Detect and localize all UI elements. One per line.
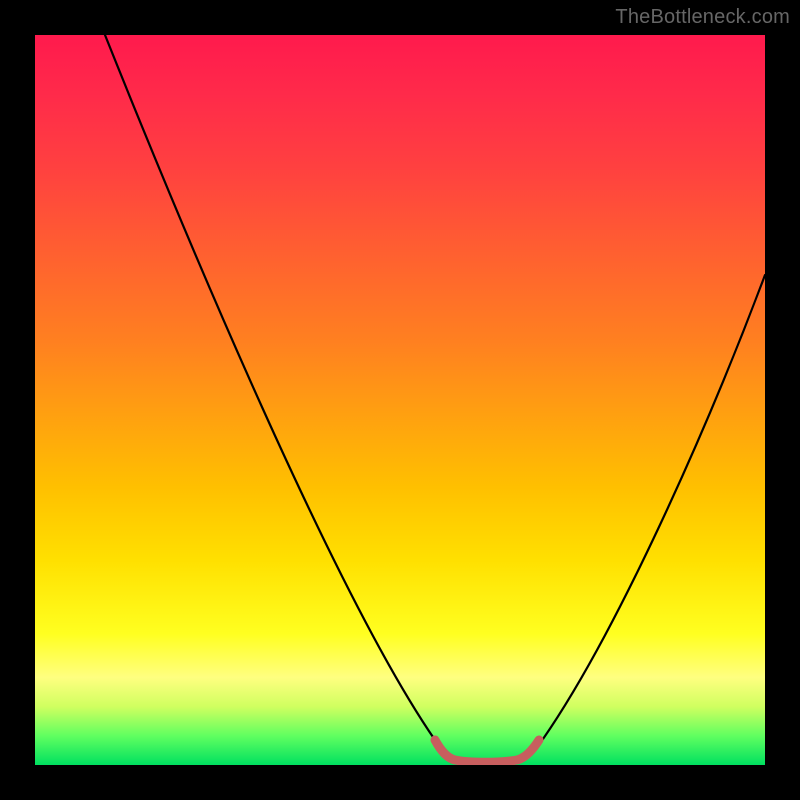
chart-frame: TheBottleneck.com (0, 0, 800, 800)
optimal-zone-marker (435, 740, 539, 762)
curve-svg (35, 35, 765, 765)
bottleneck-curve-right (515, 275, 765, 761)
plot-area (35, 35, 765, 765)
bottleneck-curve-left (105, 35, 458, 761)
watermark-text: TheBottleneck.com (615, 6, 790, 29)
